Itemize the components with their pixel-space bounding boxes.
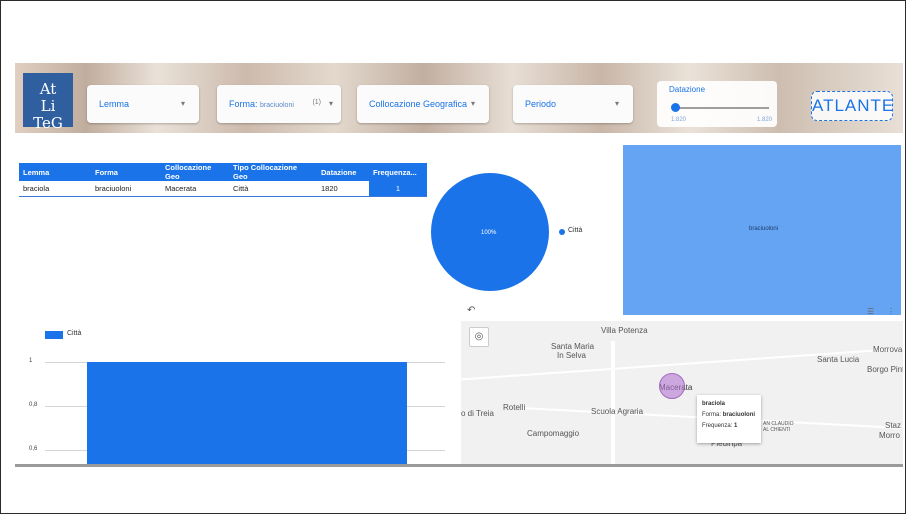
column-header[interactable]: Forma bbox=[91, 163, 161, 181]
map-road bbox=[461, 347, 903, 381]
column-header[interactable]: Frequenza... bbox=[369, 163, 427, 181]
map-place: o di Treia bbox=[461, 409, 494, 418]
treemap-label: braciuoloni bbox=[749, 226, 779, 232]
chevron-down-icon: ▾ bbox=[470, 99, 475, 108]
map-place: AL CHIENTI bbox=[763, 427, 791, 433]
datazione-min: 1.820 bbox=[671, 117, 687, 123]
legend-dot bbox=[559, 229, 565, 235]
column-header[interactable]: Lemma bbox=[19, 163, 91, 181]
legend-swatch bbox=[45, 331, 63, 339]
results-table: Lemma Forma Collocazione Geo Tipo Colloc… bbox=[19, 163, 427, 197]
atlante-button[interactable]: ATLANTE bbox=[811, 91, 893, 121]
datazione-slider[interactable]: Datazione 1.820 1.820 bbox=[657, 81, 777, 127]
screenshot-frame: At Li TeG Lemma ▾ Forma: braciuoloni (1) ▾… bbox=[0, 0, 906, 514]
dashboard: At Li TeG Lemma ▾ Forma: braciuoloni (1) ▾… bbox=[15, 63, 903, 467]
map-road bbox=[611, 341, 615, 464]
column-header[interactable]: Tipo Collocazione Geo bbox=[229, 163, 317, 181]
table-cell: braciuoloni bbox=[91, 181, 161, 197]
datazione-max: 1.820 bbox=[757, 117, 773, 123]
table-cell: Città bbox=[229, 181, 317, 197]
table-cell: 1 bbox=[369, 181, 427, 197]
map-place: Rotelli bbox=[503, 403, 526, 412]
tooltip-forma-label: Forma: bbox=[702, 412, 722, 418]
more-icon[interactable]: ⋮ bbox=[887, 307, 895, 316]
map-place: Borgo Pint bbox=[867, 365, 903, 374]
table-cell: Macerata bbox=[161, 181, 229, 197]
filter-icon[interactable]: ☰ bbox=[867, 307, 874, 316]
chevron-down-icon: ▾ bbox=[180, 99, 185, 108]
table-row[interactable]: braciola braciuoloni Macerata Città 1820… bbox=[19, 181, 427, 197]
map-place: Staz bbox=[885, 421, 902, 430]
forma-filter-label: Forma: braciuoloni bbox=[229, 99, 294, 109]
collocazione-filter-label: Collocazione Geografica bbox=[369, 99, 468, 109]
pie-legend-label: Città bbox=[568, 227, 583, 234]
periodo-filter[interactable]: Periodo ▾ bbox=[513, 85, 633, 123]
map-place: Villa Potenza bbox=[601, 326, 648, 335]
tooltip-freq-label: Frequenza: bbox=[702, 423, 733, 429]
map-place: Morrova bbox=[873, 345, 903, 354]
slider-track[interactable] bbox=[675, 107, 769, 109]
map-place: In Selva bbox=[557, 351, 586, 360]
datazione-title: Datazione bbox=[669, 85, 706, 94]
chevron-down-icon: ▾ bbox=[328, 99, 333, 108]
map-place: Campomaggio bbox=[527, 429, 580, 438]
forma-value: braciuoloni bbox=[260, 102, 294, 109]
collocazione-filter[interactable]: Collocazione Geografica ▾ bbox=[357, 85, 489, 123]
lemma-filter[interactable]: Lemma ▾ bbox=[87, 85, 199, 123]
table-cell: braciola bbox=[19, 181, 91, 197]
forma-label: Forma: bbox=[229, 99, 258, 109]
bar[interactable] bbox=[87, 362, 407, 464]
tooltip-forma-value: braciuoloni bbox=[722, 412, 756, 418]
column-header[interactable]: Collocazione Geo bbox=[161, 163, 229, 181]
tooltip-lemma: braciola bbox=[702, 401, 726, 407]
undo-icon[interactable]: ↶ bbox=[467, 305, 475, 316]
atliteg-logo: At Li TeG bbox=[23, 73, 73, 132]
slider-handle[interactable] bbox=[671, 103, 680, 112]
map-tooltip: braciola Forma: braciuoloni Frequenza: 1 bbox=[697, 395, 761, 443]
table-header-row: Lemma Forma Collocazione Geo Tipo Colloc… bbox=[19, 163, 427, 181]
table-cell: 1820 bbox=[317, 181, 369, 197]
y-tick-label: 0,6 bbox=[29, 446, 38, 452]
locate-icon[interactable]: ◎ bbox=[469, 327, 489, 347]
map-place: Santa Maria bbox=[551, 342, 595, 351]
map-place: Morro bbox=[879, 431, 900, 440]
map-place: Santa Lucia bbox=[817, 355, 860, 364]
forma-filter[interactable]: Forma: braciuoloni (1) ▾ bbox=[217, 85, 341, 123]
y-tick-label: 1 bbox=[29, 358, 33, 364]
tooltip-freq-value: 1 bbox=[734, 423, 738, 429]
bar-legend-label: Città bbox=[67, 330, 82, 337]
column-header[interactable]: Datazione bbox=[317, 163, 369, 181]
lemma-filter-label: Lemma bbox=[99, 99, 130, 109]
chevron-down-icon: ▾ bbox=[614, 99, 619, 108]
map[interactable]: ◎ Villa Potenza Santa Maria In Selva San… bbox=[461, 321, 903, 464]
map-marker[interactable] bbox=[659, 373, 685, 399]
pie-slice-label: 100% bbox=[481, 230, 497, 236]
forma-count: (1) bbox=[312, 99, 321, 106]
map-place: Scuola Agraria bbox=[591, 407, 644, 416]
periodo-filter-label: Periodo bbox=[525, 99, 557, 109]
y-tick-label: 0,8 bbox=[29, 402, 38, 408]
